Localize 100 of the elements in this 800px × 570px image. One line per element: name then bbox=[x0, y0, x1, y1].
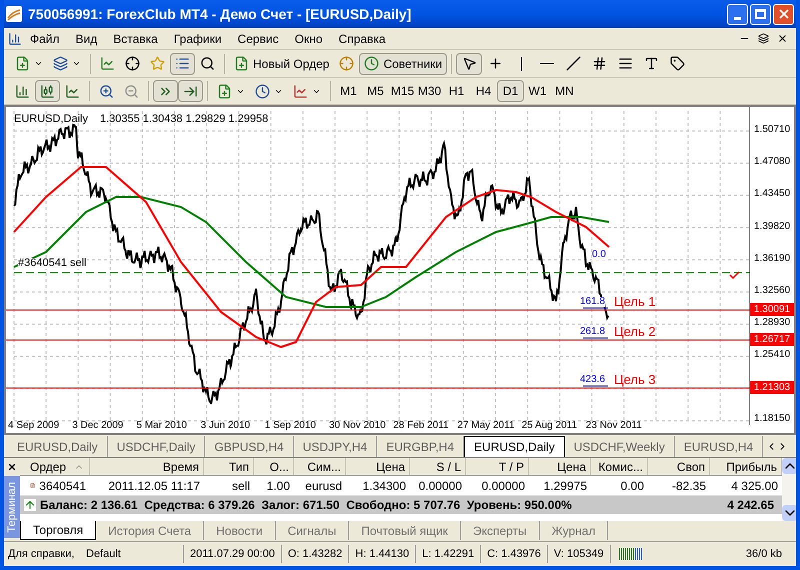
timeframe-button[interactable]: M5 bbox=[362, 80, 389, 102]
timeframe-button[interactable]: MN bbox=[551, 80, 578, 102]
menu-item[interactable]: Сервис bbox=[230, 30, 287, 48]
window-title: 750056991: ForexClub MT4 - Демо Счет - [EURUSD,Daily] bbox=[28, 4, 412, 24]
column-header[interactable]: Своп bbox=[648, 458, 710, 475]
terminal-tab[interactable]: История Счета bbox=[96, 521, 204, 540]
profiles-icon bbox=[53, 56, 68, 71]
terminal-tab[interactable]: Сигналы bbox=[276, 521, 350, 540]
terminal-tab[interactable]: Новости bbox=[204, 521, 276, 540]
new-order-button[interactable]: Новый Ордер bbox=[229, 52, 334, 74]
arrow-up-icon bbox=[24, 499, 36, 511]
fibo-icon bbox=[618, 56, 633, 71]
price-tag: 1.21303 bbox=[750, 381, 794, 394]
timeframe-button[interactable]: H1 bbox=[443, 80, 470, 102]
terminal-tab[interactable]: Торговля bbox=[20, 521, 96, 540]
price-axis-label: 1.36190 bbox=[754, 254, 790, 264]
column-header[interactable]: Время bbox=[90, 458, 204, 475]
chart-tab[interactable]: USDCHF,Daily bbox=[108, 436, 206, 457]
column-header[interactable]: Сим... bbox=[294, 458, 346, 475]
close-icon bbox=[776, 7, 790, 21]
timeframe-button[interactable]: M1 bbox=[335, 80, 362, 102]
fibo-level-line bbox=[582, 308, 608, 309]
target-label: Цель 3 bbox=[614, 373, 656, 386]
zoom-out-icon bbox=[124, 84, 139, 98]
navigator-button[interactable] bbox=[170, 52, 195, 74]
price-tag: 1.30091 bbox=[750, 303, 794, 316]
candles-icon bbox=[40, 84, 55, 98]
status-text: 36/0 kb bbox=[744, 546, 783, 562]
chart-tab[interactable]: EURUSD,Daily bbox=[8, 436, 108, 457]
timeframe-button[interactable]: M30 bbox=[416, 80, 443, 102]
menu-item[interactable]: Справка bbox=[330, 30, 394, 48]
price-axis-label: 1.18150 bbox=[754, 414, 790, 424]
close-icon[interactable] bbox=[7, 462, 17, 472]
chart-tab[interactable]: USDCHF,Weekly bbox=[564, 436, 675, 457]
crosshair-icon bbox=[488, 56, 503, 71]
date-axis-label: 1 Sep 2010 bbox=[264, 421, 316, 431]
chart-tab[interactable]: USDJPY,H4 bbox=[294, 436, 378, 457]
status-text: O: 1.43282 bbox=[282, 545, 350, 563]
timeframe-button[interactable]: D1 bbox=[497, 80, 524, 102]
price-axis-label: 1.25410 bbox=[754, 350, 790, 360]
account-summary: Баланс: 2 136.61 Средства: 6 379.26 Залог: 671.50 Свободно: 5 707.76 Уровень: 950.00% bbox=[40, 497, 573, 514]
status-text: 2011.07.29 00:00 bbox=[184, 545, 282, 563]
date-axis-label: 30 Nov 2010 bbox=[329, 421, 386, 431]
maximize-icon bbox=[755, 9, 766, 19]
maximize-button[interactable] bbox=[750, 4, 771, 24]
minimize-button[interactable] bbox=[727, 4, 748, 24]
menu-item[interactable]: Вставка bbox=[105, 30, 166, 48]
channel-icon bbox=[592, 56, 607, 71]
terminal-tab[interactable]: Журнал bbox=[540, 521, 608, 540]
date-axis-label: 23 Nov 2011 bbox=[586, 421, 642, 431]
scroll-down-icon[interactable] bbox=[782, 505, 796, 521]
new-order-icon bbox=[234, 56, 249, 71]
zoom-in-icon bbox=[99, 84, 114, 98]
date-axis-label: 27 May 2011 bbox=[457, 421, 514, 431]
chart-tab[interactable]: EURUSD,H4 bbox=[674, 436, 764, 457]
experts-button[interactable]: Советники bbox=[359, 52, 448, 74]
price-axis-label: 1.39820 bbox=[754, 222, 790, 232]
chart-type-button[interactable] bbox=[35, 80, 60, 102]
scrollbar[interactable] bbox=[782, 458, 796, 521]
close-button[interactable] bbox=[773, 4, 794, 24]
status-text: C: 1.43976 bbox=[481, 545, 548, 563]
close-icon[interactable] bbox=[777, 33, 788, 44]
menu-item[interactable]: Графики bbox=[166, 30, 230, 48]
drawing-tool-button[interactable] bbox=[456, 52, 482, 74]
target-label: Цель 1 bbox=[614, 295, 656, 308]
target-label: Цель 2 bbox=[614, 324, 656, 338]
menu-item[interactable]: Файл bbox=[22, 30, 68, 48]
menu-item[interactable]: Вид bbox=[68, 30, 106, 48]
price-axis-label: 1.28930 bbox=[754, 318, 790, 328]
menu-item[interactable]: Окно bbox=[286, 30, 331, 48]
column-header[interactable]: T / P bbox=[466, 458, 529, 475]
timeframe-button[interactable]: H4 bbox=[470, 80, 497, 102]
column-header[interactable]: Тип bbox=[204, 458, 254, 475]
chart-option-button[interactable] bbox=[178, 80, 203, 102]
chart-tab[interactable]: GBPUSD,H4 bbox=[205, 436, 294, 457]
column-header[interactable]: Цена bbox=[346, 458, 410, 475]
terminal-tab[interactable]: Эксперты bbox=[460, 521, 540, 540]
terminal-tab[interactable]: Почтовый ящик bbox=[349, 521, 461, 540]
column-header[interactable]: S / L bbox=[410, 458, 466, 475]
scroll-up-icon[interactable] bbox=[782, 458, 796, 474]
trend-icon bbox=[566, 56, 581, 71]
date-axis-label: 25 Aug 2011 bbox=[522, 421, 578, 431]
status-text: V: 105349 bbox=[548, 545, 611, 563]
table-cell-text: 0.00000 bbox=[480, 478, 526, 494]
table-cell-text: -82.35 bbox=[670, 478, 707, 494]
fibo-level-line bbox=[582, 386, 608, 387]
timeframe-button[interactable]: W1 bbox=[524, 80, 551, 102]
column-header[interactable]: Цена bbox=[529, 458, 591, 475]
table-cell-text: sell bbox=[230, 478, 251, 494]
timeframe-button[interactable]: M15 bbox=[389, 80, 416, 102]
chart-option-button[interactable] bbox=[153, 80, 178, 102]
column-header[interactable]: Ордер bbox=[20, 458, 90, 475]
search-icon bbox=[200, 56, 215, 71]
table-cell-text: eurusd bbox=[304, 478, 343, 494]
date-axis-label: 28 Feb 2011 bbox=[393, 421, 449, 431]
chart-tab[interactable]: EURUSD,Daily bbox=[464, 436, 565, 457]
column-header[interactable]: Комис... bbox=[591, 458, 648, 475]
column-header[interactable]: О... bbox=[254, 458, 294, 475]
new-chart-icon bbox=[15, 56, 30, 71]
table-cell-text: 0.00 bbox=[620, 478, 645, 494]
